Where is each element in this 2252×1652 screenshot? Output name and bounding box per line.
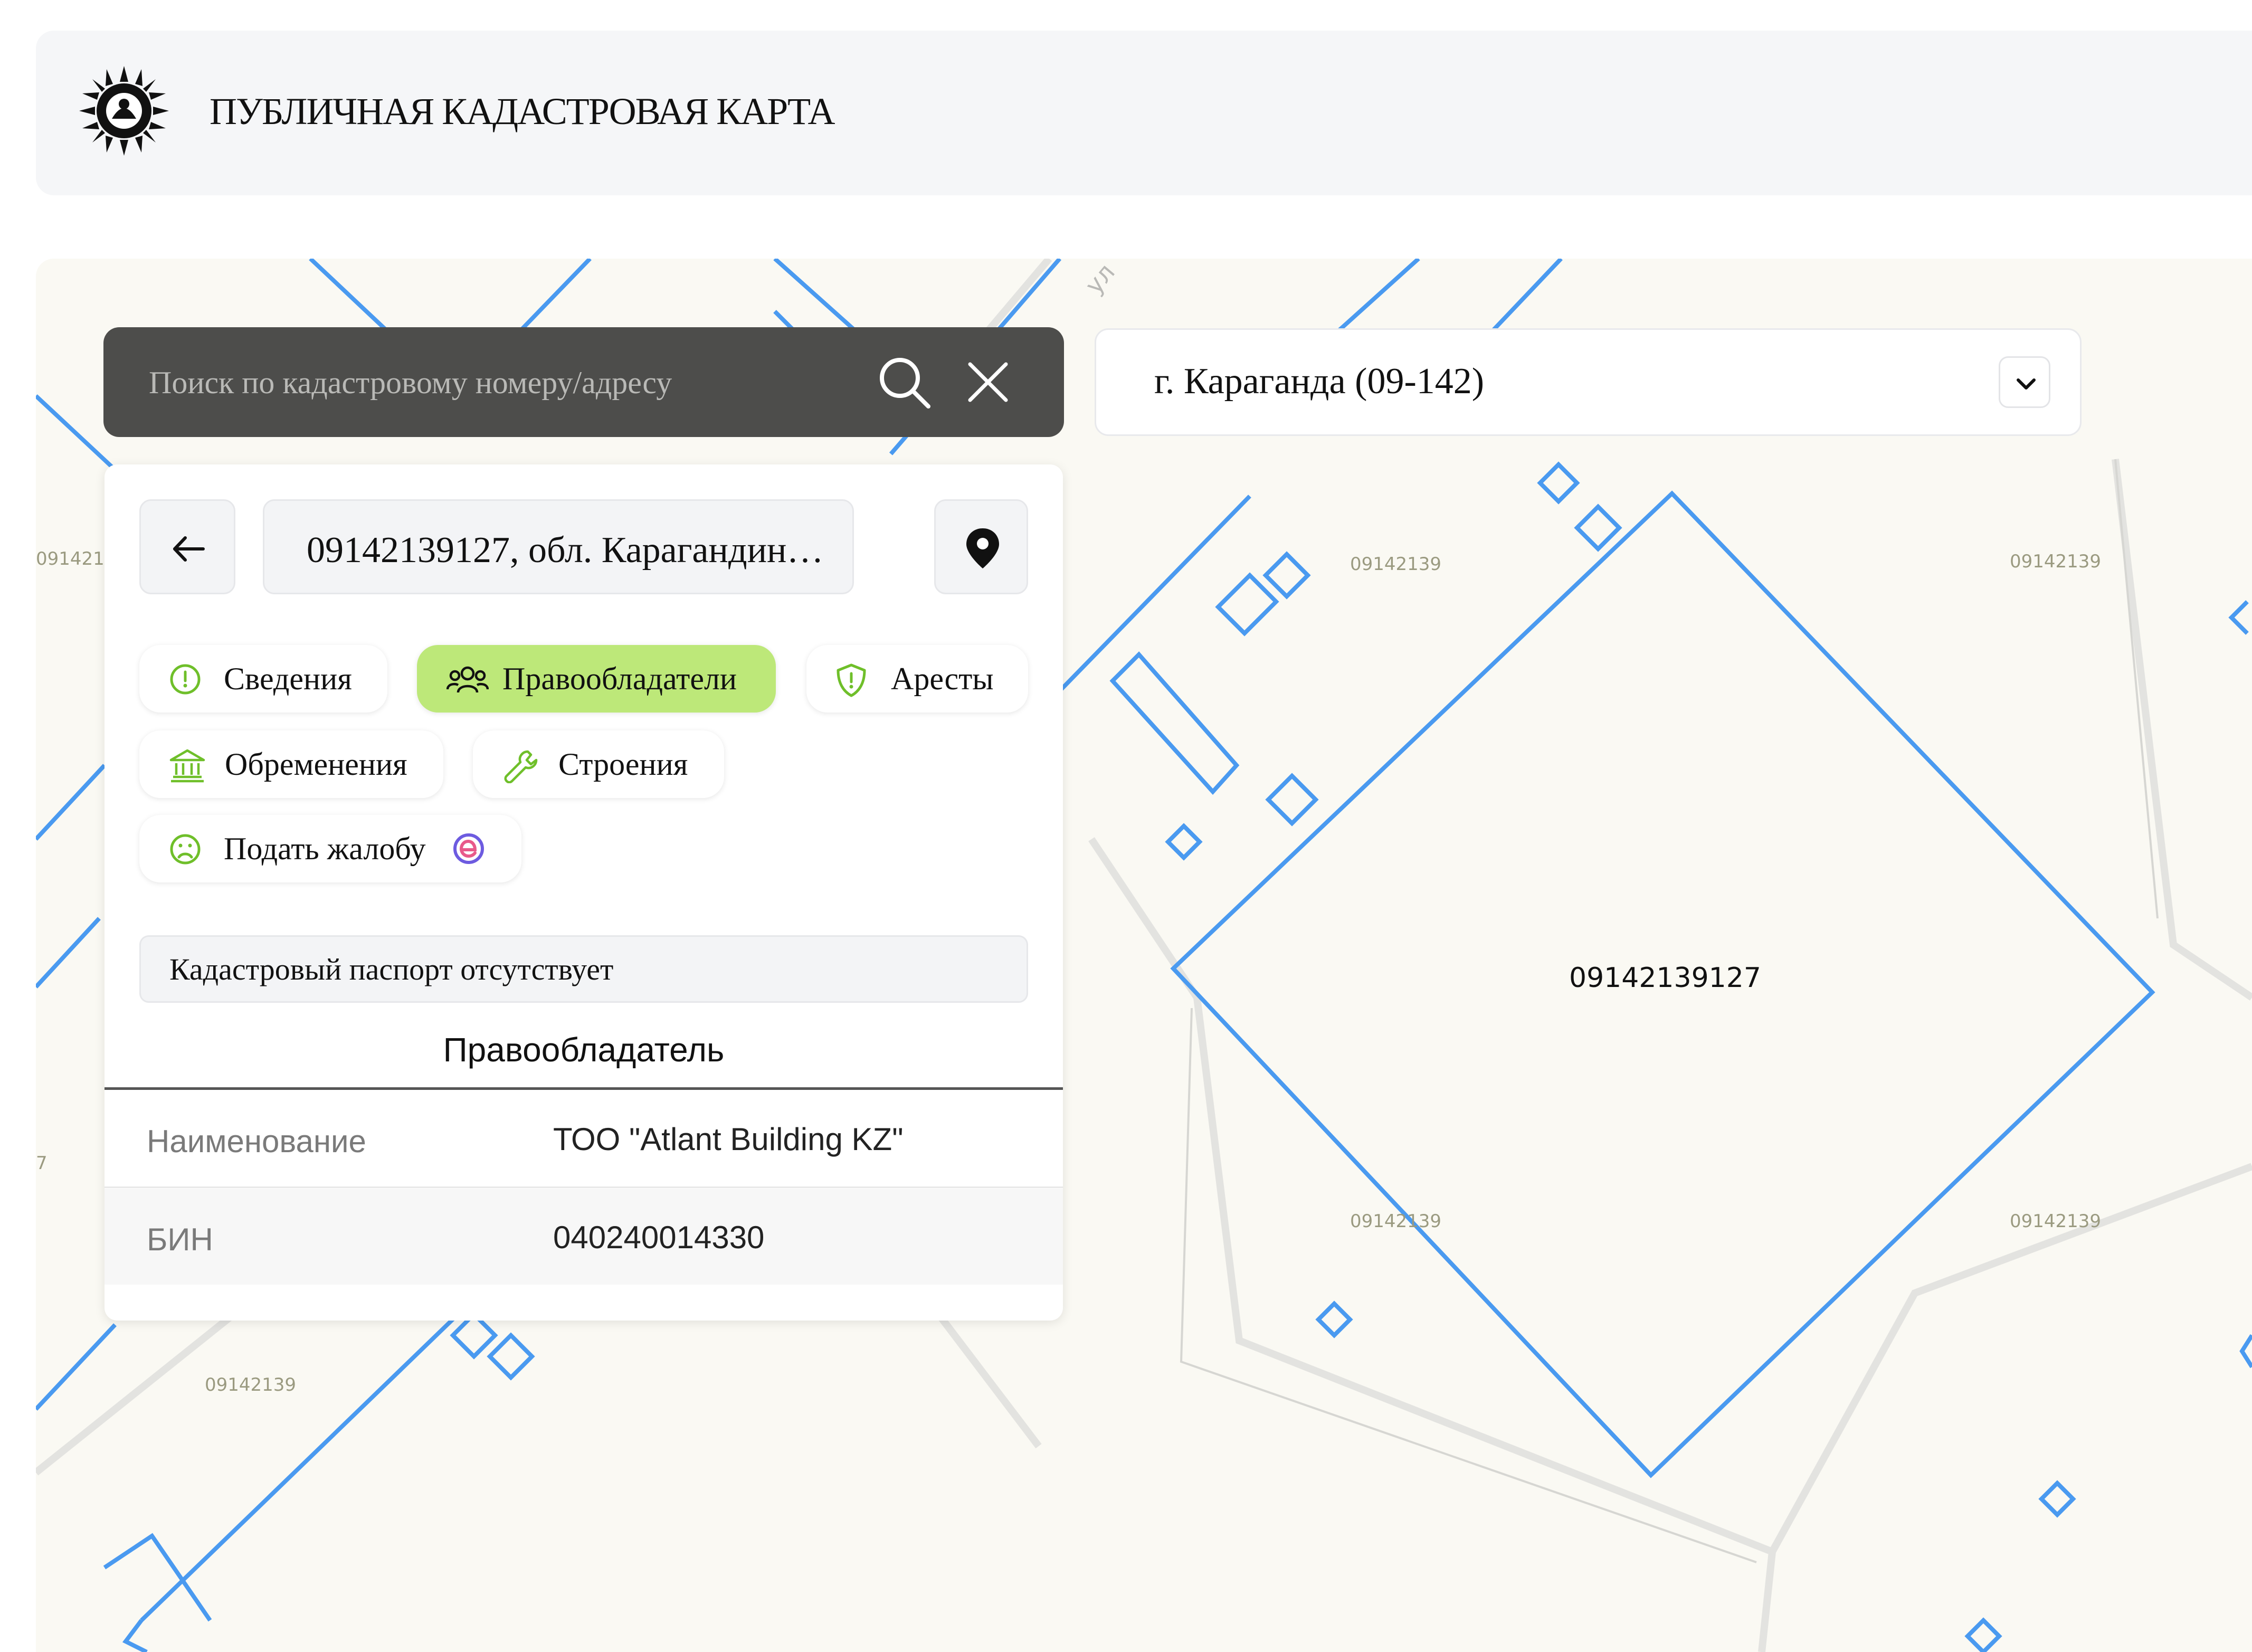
row-key: БИН xyxy=(147,1222,213,1257)
search-bar xyxy=(103,327,1064,437)
section-title: Правообладатель xyxy=(443,1031,725,1069)
app-header: ПУБЛИЧНАЯ КАДАСТРОВАЯ КАРТА xyxy=(36,31,2252,195)
tab-buildings[interactable]: Строения xyxy=(473,730,724,798)
row-divider xyxy=(104,1186,1063,1188)
wrench-icon xyxy=(504,750,538,783)
tab-encumbrances[interactable]: Обременения xyxy=(139,730,443,798)
close-icon[interactable] xyxy=(965,359,1011,405)
sun-emblem-icon[interactable] xyxy=(79,66,169,156)
tab-label: Обременения xyxy=(225,747,407,782)
parcel-info-panel: 09142139127, обл. Карагандинская, г. Кар… xyxy=(104,464,1063,1321)
parcel-label: 09142139 xyxy=(2010,551,2101,572)
row-key: Наименование xyxy=(147,1124,366,1159)
row-value: 040240014330 xyxy=(553,1220,765,1255)
tab-label: Строения xyxy=(558,747,688,782)
chevron-down-icon xyxy=(2017,378,2036,390)
passport-notice: Кадастровый паспорт отсутствует xyxy=(139,935,1028,1003)
tab-rightholders[interactable]: Правообладатели xyxy=(417,645,776,713)
tab-label: Правообладатели xyxy=(502,661,737,696)
parcel-label: 09142139 xyxy=(2010,1211,2101,1232)
tab-label: Подать жалобу xyxy=(224,831,426,866)
table-row: Наименование ТОО "Atlant Building KZ" xyxy=(104,1090,1063,1186)
sad-face-icon xyxy=(170,834,201,865)
table-divider xyxy=(104,1087,1063,1090)
region-select[interactable]: г. Караганда (09-142) xyxy=(1095,328,2082,436)
region-select-value: г. Караганда (09-142) xyxy=(1154,361,1485,402)
selected-parcel-label[interactable]: 09142139127 xyxy=(1569,962,1761,994)
back-button[interactable] xyxy=(139,499,235,594)
arrow-left-icon xyxy=(173,536,205,562)
region-dropdown-button[interactable] xyxy=(1999,356,2050,408)
notice-text: Кадастровый паспорт отсутствует xyxy=(169,952,614,986)
address-value: 09142139127, обл. Карагандинская, г. Кар… xyxy=(307,530,834,571)
parcel-label: 09142139 xyxy=(1350,1211,1441,1232)
users-icon xyxy=(446,666,489,693)
bank-building-icon xyxy=(169,749,205,783)
tab-complaint[interactable]: Подать жалобу xyxy=(139,815,521,882)
tab-arrests[interactable]: Аресты xyxy=(806,645,1028,713)
address-field[interactable]: 09142139127, обл. Карагандинская, г. Кар… xyxy=(263,499,854,594)
info-circle-icon xyxy=(170,664,201,695)
parcel-label: 09142139 xyxy=(205,1374,296,1395)
parcel-label: 09142139 xyxy=(1350,554,1441,575)
tab-label: Сведения xyxy=(224,661,352,696)
tab-label: Аресты xyxy=(891,661,994,696)
shield-alert-icon xyxy=(837,663,866,697)
e-otinish-logo-icon xyxy=(453,833,484,864)
search-input[interactable] xyxy=(148,357,836,409)
parcel-label: 7 xyxy=(36,1153,47,1174)
tab-info[interactable]: Сведения xyxy=(139,645,387,713)
row-value: ТОО "Atlant Building KZ" xyxy=(553,1122,904,1157)
parcel-label: 091421 xyxy=(36,548,104,569)
locate-button[interactable] xyxy=(934,499,1028,594)
site-title: ПУБЛИЧНАЯ КАДАСТРОВАЯ КАРТА xyxy=(210,90,835,132)
search-icon[interactable] xyxy=(877,355,932,410)
map-pin-icon xyxy=(966,528,999,568)
table-row: БИН 040240014330 xyxy=(104,1189,1063,1285)
street-label: ул xyxy=(1079,259,1120,299)
